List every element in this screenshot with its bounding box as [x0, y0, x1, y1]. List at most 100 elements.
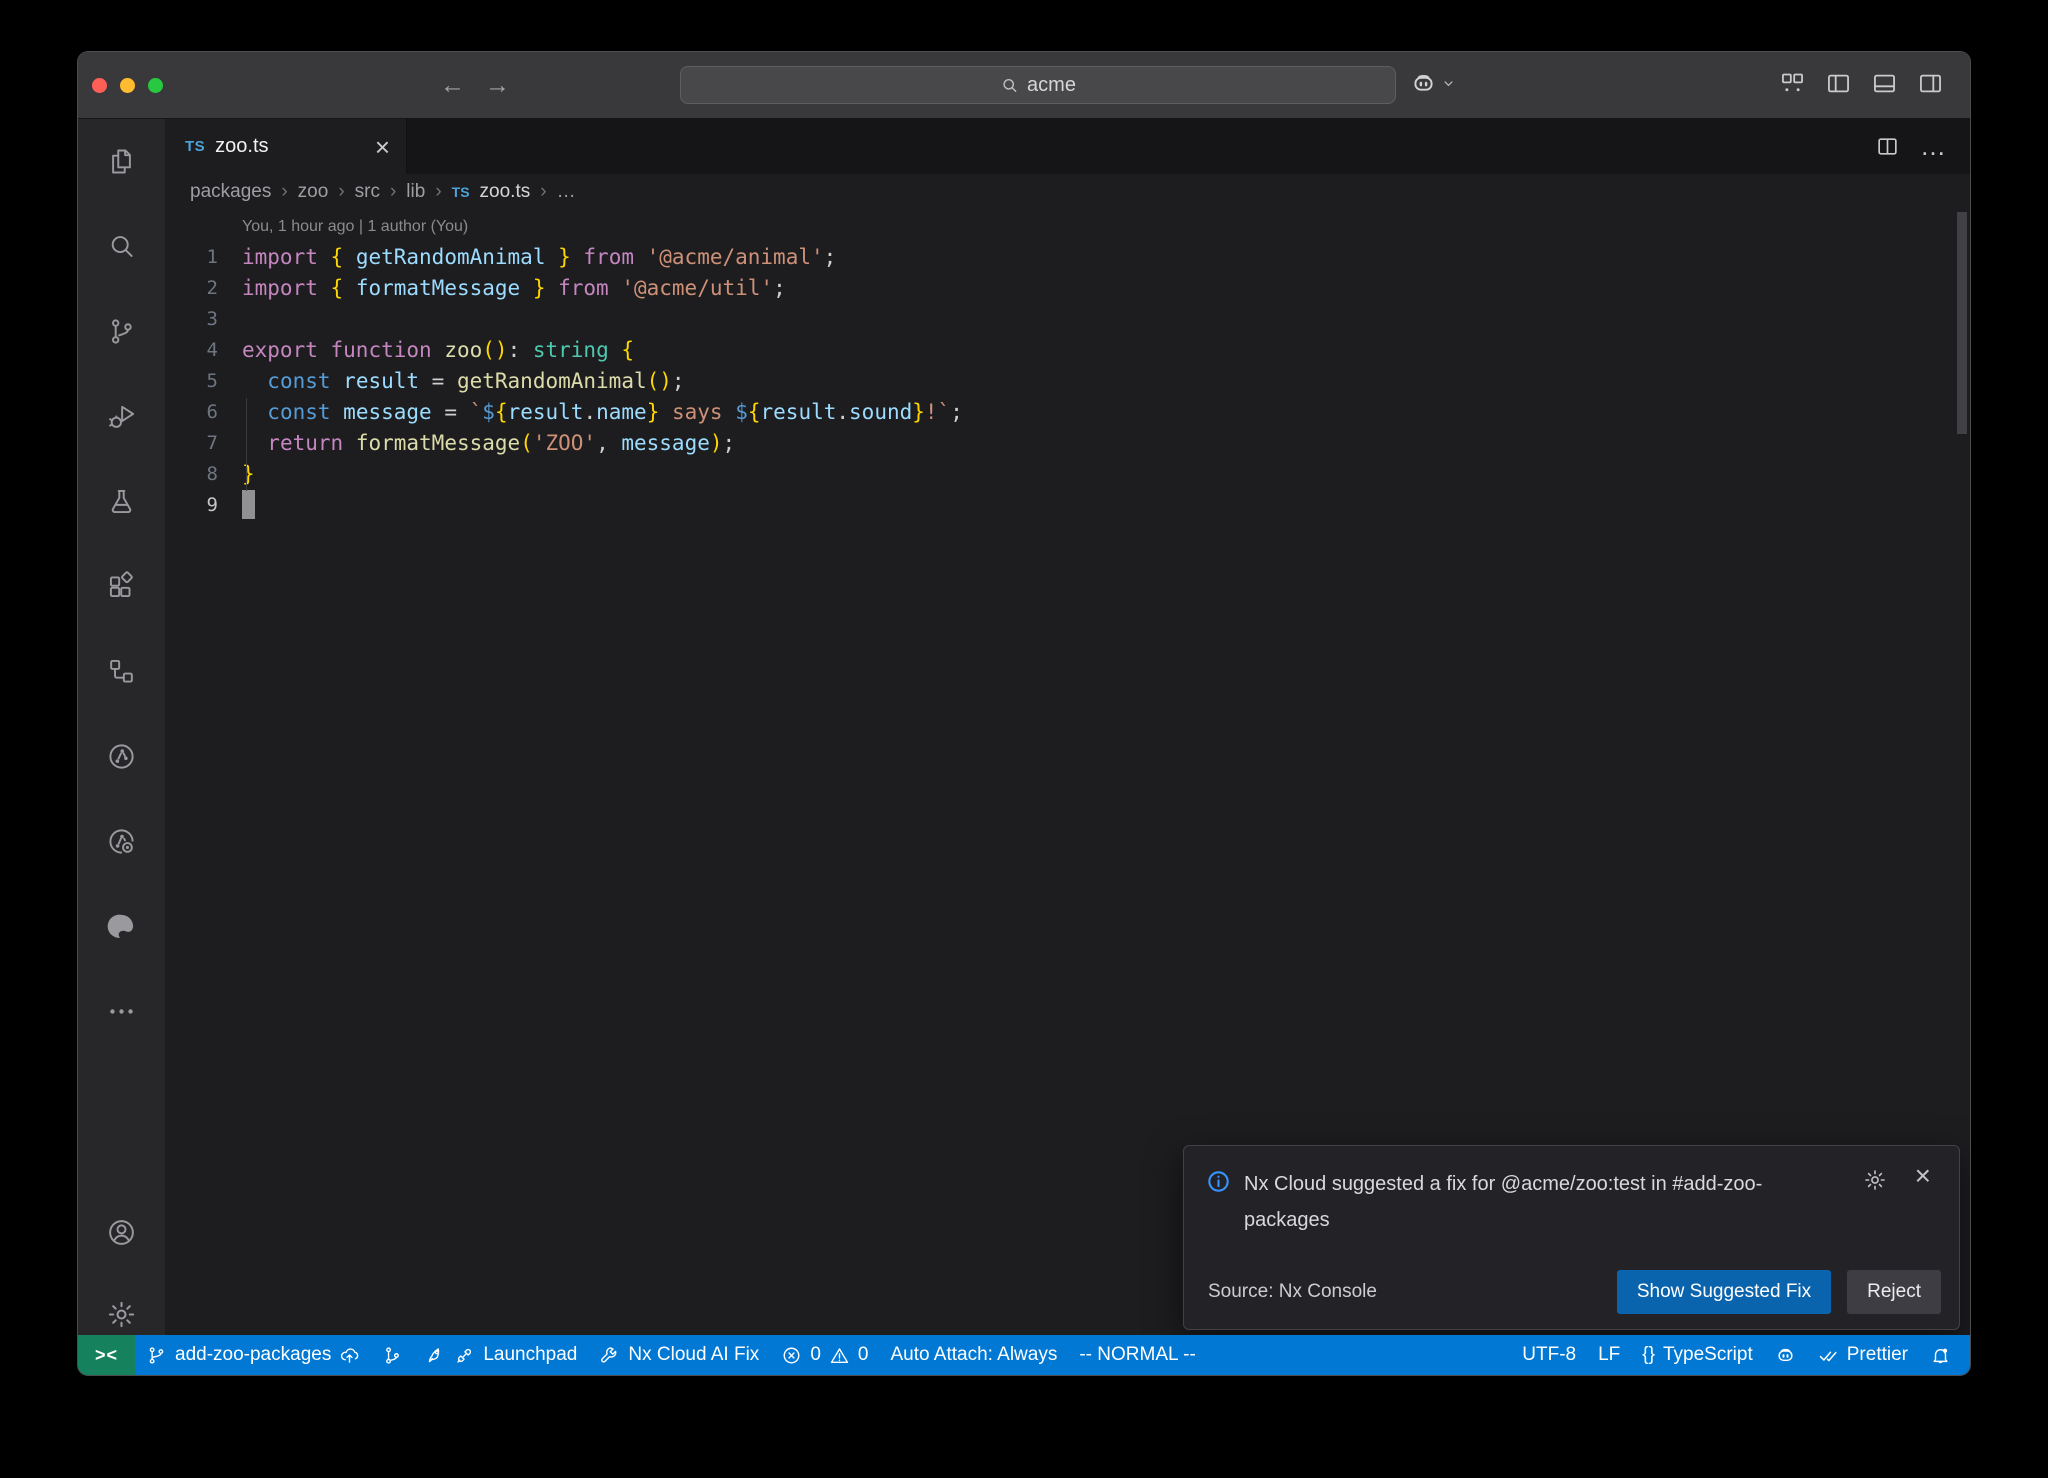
code-line[interactable]: 8}	[165, 459, 1970, 490]
warning-icon	[829, 1345, 850, 1366]
account-icon	[106, 1217, 137, 1248]
statusbar-item-eol[interactable]: LF	[1587, 1335, 1631, 1375]
gear-icon	[106, 1299, 137, 1330]
line-number: 8	[165, 459, 218, 490]
activity-run-and-debug[interactable]	[78, 374, 165, 459]
copilot-menu[interactable]	[1410, 70, 1456, 97]
show-suggested-fix-button[interactable]: Show Suggested Fix	[1617, 1270, 1831, 1314]
statusbar-item-launchpad[interactable]: Launchpad	[414, 1335, 588, 1375]
notification-close-icon[interactable]: ×	[1915, 1162, 1931, 1190]
notification-settings-icon[interactable]	[1863, 1168, 1887, 1192]
wrench-icon	[599, 1345, 620, 1366]
activity-nx-cloud[interactable]	[78, 799, 165, 884]
copilot-icon	[1775, 1345, 1796, 1366]
statusbar-item-auto-attach[interactable]: Auto Attach: Always	[879, 1335, 1068, 1375]
statusbar-item-formatter-prettier[interactable]: Prettier	[1807, 1335, 1919, 1375]
code-line[interactable]: 3	[165, 304, 1970, 335]
activity-bar	[78, 119, 165, 1335]
activity-testing[interactable]	[78, 459, 165, 544]
toggle-panel-icon[interactable]	[1871, 70, 1898, 97]
typescript-file-icon: TS	[452, 184, 470, 200]
activity-extensions[interactable]	[78, 544, 165, 629]
notification-toast: Nx Cloud suggested a fix for @acme/zoo:t…	[1183, 1145, 1960, 1330]
editor-scrollbar[interactable]	[1957, 212, 1967, 434]
activity-additional-views[interactable]	[78, 969, 165, 1054]
breadcrumb-overflow[interactable]: …	[557, 181, 576, 203]
code-line[interactable]: 2import { formatMessage } from '@acme/ut…	[165, 273, 1970, 304]
code-line[interactable]: 4export function zoo(): string {	[165, 335, 1970, 366]
code-line[interactable]: 5 const result = getRandomAnimal();	[165, 366, 1970, 397]
statusbar-label: -- NORMAL --	[1079, 1344, 1195, 1366]
line-number: 5	[165, 366, 218, 397]
check-double-icon	[1818, 1345, 1839, 1366]
breadcrumb-separator: ›	[338, 181, 344, 203]
statusbar-item-language-typescript[interactable]: {}TypeScript	[1631, 1335, 1763, 1375]
statusbar-item-encoding[interactable]: UTF-8	[1511, 1335, 1587, 1375]
code-line[interactable]: 6 const message = `${result.name} says $…	[165, 397, 1970, 428]
indent-guide	[246, 398, 247, 491]
line-number: 2	[165, 273, 218, 304]
minimize-window-button[interactable]	[120, 78, 135, 93]
code-line[interactable]: 7 return formatMessage('ZOO', message);	[165, 428, 1970, 459]
breadcrumb-separator: ›	[435, 181, 441, 203]
activity-source-control[interactable]	[78, 289, 165, 374]
statusbar-label: Launchpad	[483, 1344, 577, 1366]
statusbar-item-remote-indicator[interactable]: ><	[78, 1335, 135, 1375]
line-number: 6	[165, 397, 218, 428]
statusbar-item-source-control-graph[interactable]	[371, 1335, 414, 1375]
line-number: 4	[165, 335, 218, 366]
search-icon	[1000, 76, 1019, 95]
nav-forward-icon[interactable]: →	[485, 71, 510, 100]
split-editor-icon[interactable]	[1875, 134, 1900, 159]
line-text: const message = `${result.name} says ${r…	[218, 397, 963, 428]
activity-accounts[interactable]	[78, 1215, 165, 1249]
customize-layout-icon[interactable]	[1779, 70, 1806, 97]
activity-explorer[interactable]	[78, 119, 165, 204]
statusbar-item-vim-mode[interactable]: -- NORMAL --	[1068, 1335, 1206, 1375]
statusbar-label: Prettier	[1847, 1344, 1908, 1366]
activity-edge-browser[interactable]	[78, 884, 165, 969]
code-line[interactable]: 9	[165, 490, 1970, 521]
close-window-button[interactable]	[92, 78, 107, 93]
close-tab-icon[interactable]: ×	[375, 134, 390, 160]
breadcrumb-item-lib[interactable]: lib	[406, 181, 425, 203]
reject-button[interactable]: Reject	[1847, 1270, 1941, 1314]
cloud-upload-icon	[339, 1345, 360, 1366]
copilot-icon	[1410, 70, 1437, 97]
statusbar-item-copilot[interactable]	[1764, 1335, 1807, 1375]
statusbar-item-notifications[interactable]	[1919, 1335, 1962, 1375]
statusbar-item-git-branch[interactable]: add-zoo-packages	[135, 1335, 371, 1375]
status-bar: ><add-zoo-packages Launchpad Nx Cloud AI F…	[78, 1335, 1970, 1375]
edge-icon	[106, 911, 137, 942]
activity-nx[interactable]	[78, 714, 165, 799]
chevron-down-icon	[1441, 76, 1456, 91]
explorer-icon	[106, 146, 137, 177]
tab-zoo-ts[interactable]: TS zoo.ts ×	[165, 119, 407, 174]
line-text	[218, 304, 242, 335]
statusbar-item-problems[interactable]: 00	[770, 1335, 879, 1375]
toggle-secondary-sidebar-icon[interactable]	[1917, 70, 1944, 97]
gitlens-annotation[interactable]: You, 1 hour ago | 1 author (You)	[165, 210, 1970, 242]
breadcrumb-separator: ›	[540, 181, 546, 203]
vscode-window: ← → acme TS zoo.ts ×	[78, 52, 1970, 1375]
line-text: const result = getRandomAnimal();	[218, 366, 685, 397]
breadcrumb-item-file[interactable]: zoo.ts	[480, 181, 531, 203]
nav-back-icon[interactable]: ←	[440, 71, 465, 100]
command-center-search[interactable]: acme	[680, 66, 1396, 104]
maximize-window-button[interactable]	[148, 78, 163, 93]
toggle-primary-sidebar-icon[interactable]	[1825, 70, 1852, 97]
error-icon	[781, 1345, 802, 1366]
line-number: 1	[165, 242, 218, 273]
statusbar-item-nx-cloud-ai-fix[interactable]: Nx Cloud AI Fix	[588, 1335, 770, 1375]
breadcrumb-item-zoo[interactable]: zoo	[298, 181, 329, 203]
line-number: 7	[165, 428, 218, 459]
activity-nx-console[interactable]	[78, 629, 165, 714]
more-actions-icon[interactable]: …	[1920, 131, 1948, 162]
activity-search[interactable]	[78, 204, 165, 289]
breadcrumb-item-src[interactable]: src	[355, 181, 380, 203]
activity-settings[interactable]	[78, 1297, 165, 1331]
statusbar-label: UTF-8	[1522, 1344, 1576, 1366]
code-line[interactable]: 1import { getRandomAnimal } from '@acme/…	[165, 242, 1970, 273]
breadcrumb-item-packages[interactable]: packages	[190, 181, 271, 203]
nx-icon	[106, 741, 137, 772]
